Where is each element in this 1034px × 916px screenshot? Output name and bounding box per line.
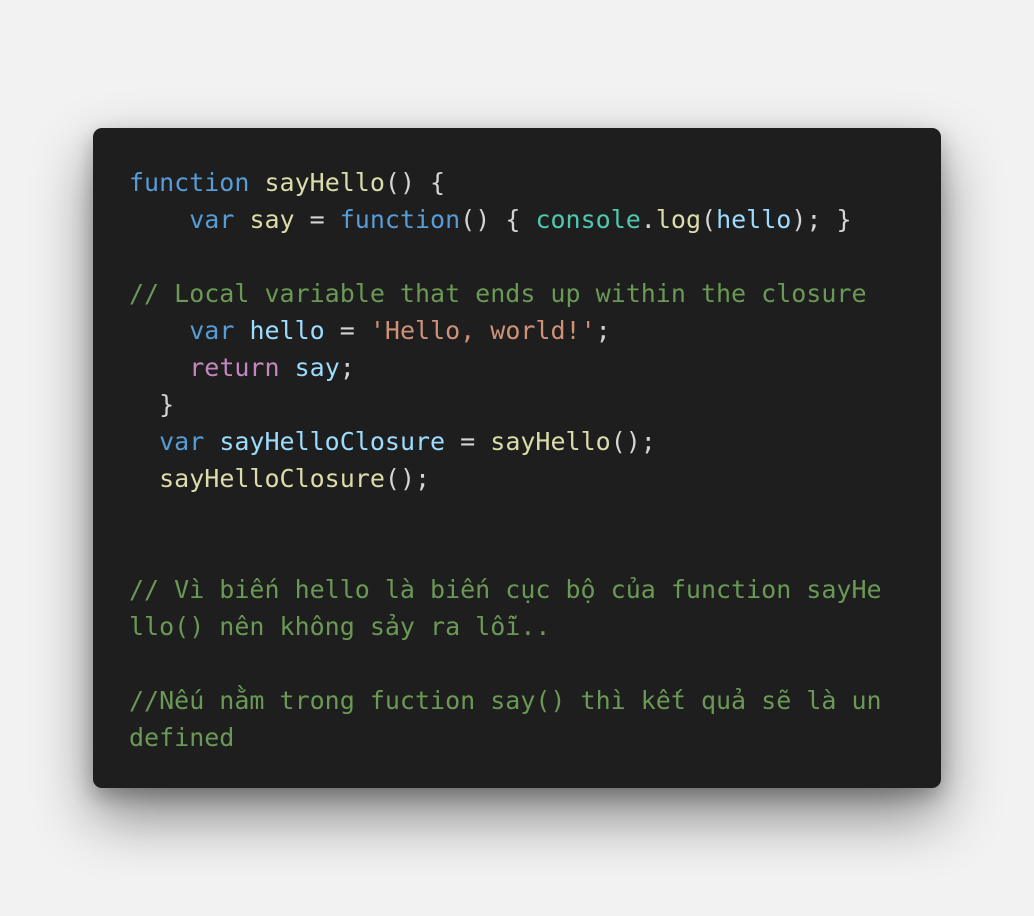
variable-say: say [294,353,340,382]
variable-hello: hello [249,316,325,345]
variable-sayHelloClosure: sayHelloClosure [219,427,446,456]
variable-hello: hello [716,205,792,234]
keyword-return: return [189,353,280,382]
code-line-9: sayHelloClosure(); [159,464,431,493]
keyword-var: var [189,205,235,234]
comment-vi-line-2: llo() nên không sảy ra lỗi.. [129,612,551,641]
code-snippet-card: function sayHello() { var say = function… [93,128,941,788]
comment-vi-line-3: //Nếu nằm trong fuction say() thì kết qu… [129,686,882,715]
code-line-8: var sayHelloClosure = sayHello(); [159,427,656,456]
code-line-7: } [129,390,175,419]
console-object: console [535,205,641,234]
keyword-var: var [189,316,235,345]
comment-vi-line-1: // Vì biến hello là biến cục bộ của func… [129,575,882,604]
code-line-6: return say; [189,353,355,382]
log-method: log [655,205,702,234]
function-call-sayHelloClosure: sayHelloClosure [159,464,385,493]
keyword-function: function [339,205,461,234]
function-name: sayHello [264,168,385,197]
comment-local-variable: // Local variable that ends up within th… [129,279,867,308]
code-block: function sayHello() { var say = function… [129,164,941,756]
keyword-function: function [129,168,250,197]
function-call-sayHello: sayHello [490,427,611,456]
comment-vi-line-4: defined [129,723,235,752]
keyword-var: var [159,427,205,456]
code-line-1: function sayHello() { [129,168,446,197]
variable-say: say [249,205,295,234]
code-line-2: var say = function() { console.log(hello… [189,205,852,234]
code-line-5: var hello = 'Hello, world!'; [189,316,611,345]
string-hello-world: 'Hello, world!' [369,316,596,345]
